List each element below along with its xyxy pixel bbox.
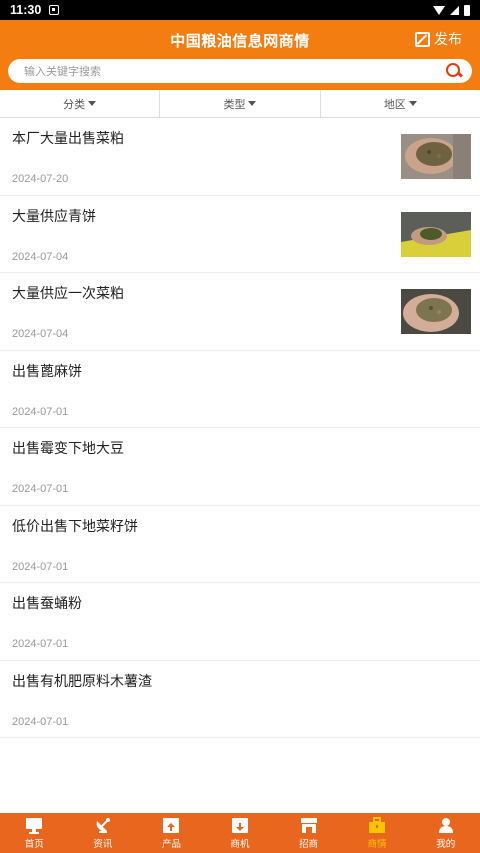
listing-list: 本厂大量出售菜粕 2024-07-20 大量供应青饼 2024-07-04 大量… xyxy=(0,118,480,738)
list-item[interactable]: 出售霉变下地大豆 2024-07-01 xyxy=(0,428,480,506)
tab-label: 首页 xyxy=(24,838,44,850)
box-upload-icon xyxy=(162,817,180,834)
user-icon xyxy=(437,817,455,834)
tab-label: 产品 xyxy=(161,838,181,850)
tab-label: 我的 xyxy=(436,838,456,850)
search-icon[interactable] xyxy=(446,63,462,79)
filter-label: 地区 xyxy=(383,97,406,111)
signal-icon xyxy=(450,5,459,15)
tab-news[interactable]: 资讯 xyxy=(69,813,138,853)
filter-bar: 分类 类型 地区 xyxy=(0,90,480,118)
listing-date: 2024-07-01 xyxy=(12,483,69,495)
listing-title: 出售蓖麻饼 xyxy=(12,363,82,380)
tab-profile[interactable]: 我的 xyxy=(411,813,480,853)
page-title: 中国粮油信息网商情 xyxy=(170,32,310,50)
bottom-tabbar: 首页 资讯 产品 商机 招商 商情 我的 xyxy=(0,813,480,853)
satellite-dish-icon xyxy=(94,817,112,834)
tab-investment[interactable]: 招商 xyxy=(274,813,343,853)
edit-icon xyxy=(415,31,430,47)
listing-date: 2024-07-01 xyxy=(12,405,69,418)
list-item[interactable]: 出售蓖麻饼 2024-07-01 xyxy=(0,351,480,428)
listing-thumbnail xyxy=(401,134,471,179)
list-item[interactable]: 本厂大量出售菜粕 2024-07-20 xyxy=(0,118,480,196)
search-input[interactable] xyxy=(24,64,446,78)
listing-title: 出售霉变下地大豆 xyxy=(12,441,124,457)
notification-icon xyxy=(49,5,60,15)
listing-date: 2024-07-20 xyxy=(12,173,69,185)
tab-products[interactable]: 产品 xyxy=(137,813,206,853)
wifi-icon xyxy=(433,5,445,15)
monitor-icon xyxy=(25,817,43,834)
list-item[interactable]: 大量供应青饼 2024-07-04 xyxy=(0,196,480,273)
box-download-icon xyxy=(231,817,249,834)
listing-thumbnail xyxy=(401,289,471,334)
caret-down-icon xyxy=(88,101,97,106)
listing-title: 大量供应一次菜粕 xyxy=(12,286,124,302)
listing-date: 2024-07-01 xyxy=(12,638,69,650)
caret-down-icon xyxy=(248,101,257,106)
search-bar[interactable] xyxy=(8,59,472,83)
listing-title: 低价出售下地菜籽饼 xyxy=(12,518,138,535)
app-header: 中国粮油信息网商情 发布 xyxy=(0,20,480,90)
listing-date: 2024-07-01 xyxy=(12,715,69,728)
status-icons xyxy=(433,4,470,16)
listing-date: 2024-07-04 xyxy=(12,250,69,263)
filter-label: 分类 xyxy=(63,97,86,111)
list-item[interactable]: 出售有机肥原料木薯渣 2024-07-01 xyxy=(0,661,480,738)
status-time: 11:30 xyxy=(10,3,42,17)
listing-title: 本厂大量出售菜粕 xyxy=(12,131,124,147)
tab-label: 商情 xyxy=(367,838,387,850)
filter-type[interactable]: 类型 xyxy=(160,90,321,117)
tab-market-info[interactable]: 商情 xyxy=(343,813,412,853)
briefcase-icon xyxy=(368,816,386,834)
list-item[interactable]: 低价出售下地菜籽饼 2024-07-01 xyxy=(0,506,480,583)
listing-title: 大量供应青饼 xyxy=(12,208,96,225)
filter-region[interactable]: 地区 xyxy=(321,90,480,117)
publish-label: 发布 xyxy=(434,32,462,48)
tab-opportunities[interactable]: 商机 xyxy=(206,813,275,853)
listing-title: 出售有机肥原料木薯渣 xyxy=(12,673,152,690)
listing-thumbnail xyxy=(401,211,471,257)
tab-label: 资讯 xyxy=(93,838,113,850)
status-bar: 11:30 xyxy=(0,0,480,20)
list-item[interactable]: 大量供应一次菜粕 2024-07-04 xyxy=(0,273,480,351)
listing-title: 出售蚕蛹粉 xyxy=(12,596,82,612)
tab-label: 招商 xyxy=(299,838,319,850)
filter-category[interactable]: 分类 xyxy=(0,90,161,117)
storefront-icon xyxy=(300,817,318,834)
caret-down-icon xyxy=(408,101,417,106)
tab-label: 商机 xyxy=(230,838,250,850)
filter-label: 类型 xyxy=(223,97,246,111)
tab-home[interactable]: 首页 xyxy=(0,813,69,853)
publish-button[interactable]: 发布 xyxy=(415,29,462,49)
list-item[interactable]: 出售蚕蛹粉 2024-07-01 xyxy=(0,583,480,661)
battery-icon xyxy=(464,4,470,16)
listing-date: 2024-07-01 xyxy=(12,560,69,573)
listing-date: 2024-07-04 xyxy=(12,328,69,340)
